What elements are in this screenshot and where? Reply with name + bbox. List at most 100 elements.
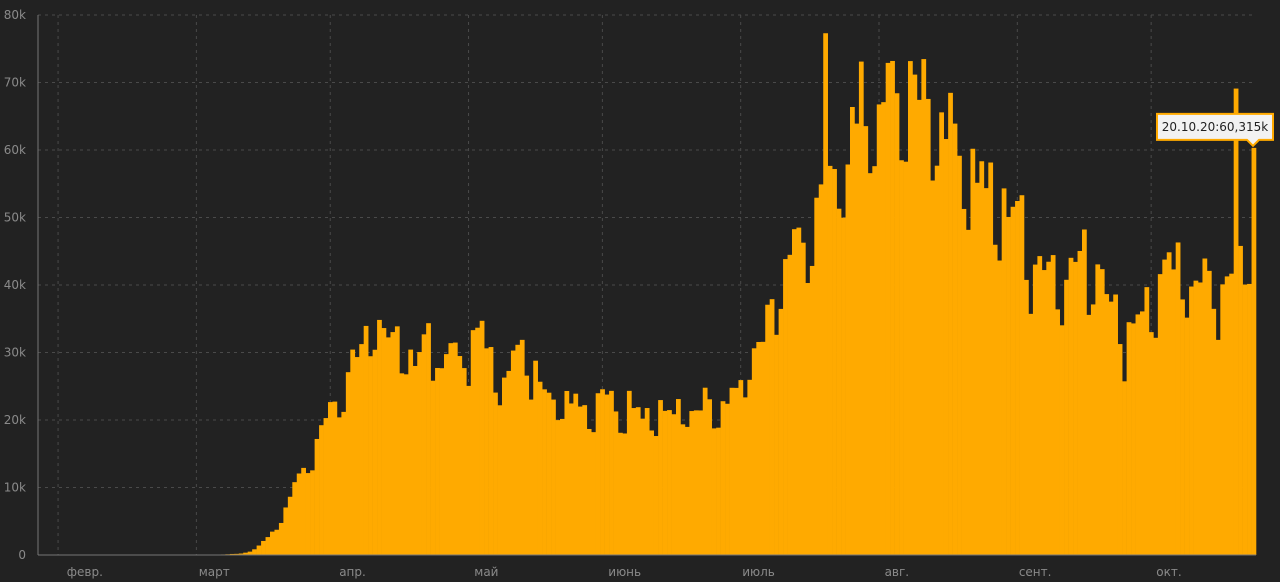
bar[interactable] (528, 399, 534, 555)
bar[interactable] (854, 123, 860, 556)
bar[interactable] (988, 162, 994, 555)
bar[interactable] (756, 341, 762, 555)
bar[interactable] (265, 537, 271, 555)
bar[interactable] (1006, 216, 1011, 555)
bar[interactable] (296, 473, 302, 556)
bar[interactable] (435, 367, 440, 555)
bar[interactable] (305, 473, 311, 555)
bar[interactable] (841, 217, 846, 556)
bar[interactable] (461, 368, 467, 555)
bar[interactable] (970, 148, 976, 555)
bar[interactable] (1220, 284, 1226, 555)
bar[interactable] (1095, 264, 1101, 555)
bar[interactable] (1153, 337, 1159, 555)
bar[interactable] (417, 352, 422, 555)
bar[interactable] (961, 208, 967, 555)
bar[interactable] (1086, 314, 1092, 555)
bar[interactable] (1144, 287, 1150, 555)
bar[interactable] (1171, 269, 1176, 555)
bar[interactable] (622, 433, 628, 555)
bar[interactable] (1082, 229, 1087, 556)
bar[interactable] (671, 414, 677, 555)
bar[interactable] (524, 375, 530, 555)
bar[interactable] (430, 380, 436, 555)
bar[interactable] (997, 260, 1002, 555)
bar[interactable] (408, 349, 414, 555)
bar[interactable] (444, 354, 449, 555)
bar[interactable] (546, 392, 552, 555)
bar[interactable] (1032, 264, 1038, 555)
bar[interactable] (372, 349, 378, 555)
bar[interactable] (403, 374, 409, 555)
bar[interactable] (738, 380, 744, 555)
bar[interactable] (1059, 325, 1065, 555)
bar[interactable] (814, 197, 820, 555)
bar[interactable] (707, 399, 712, 555)
bar[interactable] (966, 229, 971, 556)
bar[interactable] (805, 283, 811, 555)
bar[interactable] (818, 184, 824, 555)
bar[interactable] (1211, 308, 1217, 555)
bar[interactable] (519, 339, 525, 555)
bar[interactable] (711, 428, 717, 555)
bar[interactable] (1198, 282, 1203, 555)
bar[interactable] (658, 400, 663, 555)
bar[interactable] (1251, 147, 1257, 555)
bar[interactable] (702, 387, 708, 555)
bar[interactable] (774, 334, 779, 555)
bar[interactable] (908, 61, 913, 556)
bar[interactable] (796, 227, 802, 556)
bar[interactable] (876, 104, 882, 556)
bar[interactable] (921, 59, 927, 555)
bar[interactable] (693, 410, 699, 555)
bar[interactable] (930, 180, 936, 555)
bar[interactable] (640, 418, 646, 555)
bar[interactable] (613, 411, 619, 555)
bar[interactable] (618, 432, 623, 555)
bar[interactable] (850, 107, 855, 555)
bar[interactable] (992, 244, 998, 555)
bar[interactable] (515, 344, 521, 555)
bar[interactable] (1148, 332, 1154, 555)
bar[interactable] (1090, 304, 1096, 555)
bar[interactable] (604, 394, 610, 555)
bar[interactable] (390, 332, 396, 555)
bar[interactable] (363, 325, 369, 555)
bar[interactable] (560, 418, 565, 555)
bar[interactable] (323, 418, 329, 555)
bar[interactable] (582, 405, 588, 555)
bar[interactable] (283, 507, 289, 555)
bar[interactable] (1135, 314, 1141, 555)
bar[interactable] (635, 407, 641, 555)
bar[interactable] (684, 426, 690, 555)
bar[interactable] (894, 93, 900, 555)
bar[interactable] (394, 326, 400, 555)
bar[interactable] (586, 428, 592, 555)
bar[interactable] (1189, 286, 1194, 555)
bar[interactable] (747, 379, 753, 555)
bar[interactable] (591, 432, 596, 555)
bar[interactable] (867, 173, 873, 556)
bar[interactable] (1077, 250, 1083, 555)
bar[interactable] (484, 348, 489, 555)
bar[interactable] (1233, 88, 1239, 555)
bar[interactable] (751, 348, 757, 555)
bar[interactable] (934, 165, 940, 555)
bar[interactable] (301, 467, 306, 555)
bar[interactable] (368, 356, 373, 555)
bar[interactable] (256, 545, 262, 555)
bar[interactable] (1175, 242, 1181, 555)
bar[interactable] (1015, 200, 1020, 556)
bar[interactable] (720, 401, 726, 555)
bar[interactable] (676, 399, 681, 555)
bar[interactable] (943, 139, 949, 555)
bar[interactable] (827, 165, 833, 555)
bar[interactable] (466, 385, 472, 555)
bar[interactable] (809, 265, 815, 555)
bar[interactable] (890, 60, 895, 555)
bar[interactable] (497, 405, 503, 555)
bar[interactable] (885, 62, 891, 556)
bar[interactable] (948, 92, 953, 555)
bar[interactable] (1055, 309, 1060, 555)
bar[interactable] (292, 482, 298, 555)
